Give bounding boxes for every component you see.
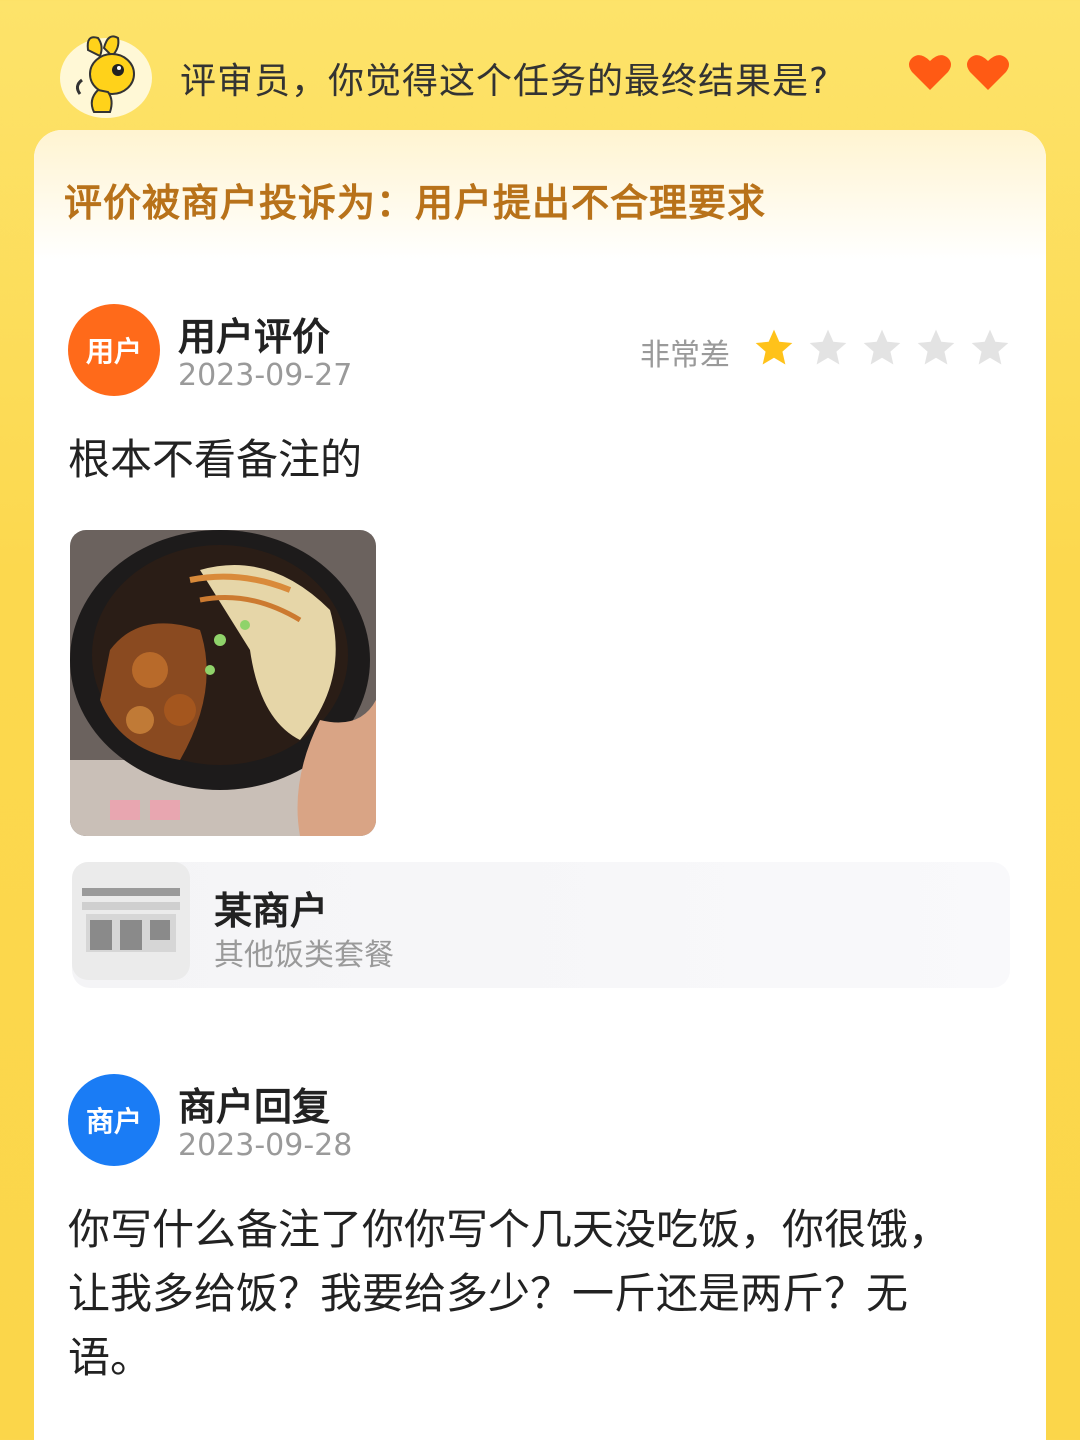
- merchant-reply-date: 2023-09-28: [178, 1128, 353, 1163]
- complaint-header: 评价被商户投诉为：用户提出不合理要求: [34, 130, 1046, 260]
- merchant-reply-text: 你写什么备注了你你写个几天没吃饭，你很饿，让我多给饭？我要给多少？一斤还是两斤？…: [68, 1205, 951, 1382]
- storefront-icon: [72, 862, 190, 980]
- merchant-reply-title: 商户回复: [178, 1085, 331, 1129]
- reviewer-question: 评审员，你觉得这个任务的最终结果是?: [180, 61, 830, 102]
- user-review-title: 用户评价: [178, 315, 331, 359]
- star-empty-icon: [917, 329, 955, 365]
- user-review-date: 2023-09-27: [178, 358, 353, 393]
- shop-category: 其他饭类套餐: [214, 938, 394, 973]
- user-avatar: 用户: [68, 304, 160, 396]
- mascot-icon: [58, 30, 158, 120]
- shop-name: 某商户: [214, 889, 329, 933]
- review-card: 评价被商户投诉为：用户提出不合理要求 用户 用户评价 2023-09-27 非常…: [34, 130, 1046, 1440]
- merchant-avatar: 商户: [68, 1074, 160, 1166]
- user-review-text: 根本不看备注的: [68, 435, 363, 484]
- rating-label: 非常差: [640, 338, 730, 373]
- food-photo[interactable]: [70, 530, 376, 836]
- complaint-reason: 评价被商户投诉为：用户提出不合理要求: [64, 181, 767, 225]
- shop-card[interactable]: 某商户 其他饭类套餐: [72, 862, 1010, 988]
- star-filled-icon: [755, 329, 793, 365]
- heart-icon: [908, 52, 952, 92]
- star-rating: [752, 326, 1012, 370]
- top-bar: 评审员，你觉得这个任务的最终结果是?: [0, 0, 1080, 140]
- star-empty-icon: [863, 329, 901, 365]
- heart-icon: [966, 52, 1010, 92]
- star-empty-icon: [971, 329, 1009, 365]
- star-empty-icon: [809, 329, 847, 365]
